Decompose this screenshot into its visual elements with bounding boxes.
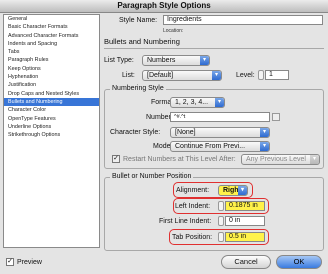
style-name-label: Style Name: (119, 17, 158, 24)
list-type-select[interactable]: Numbers ▾ (142, 55, 210, 66)
chevron-down-icon: ▾ (260, 128, 269, 137)
list-select[interactable]: [Default] ▾ (142, 70, 222, 81)
sidebar-item[interactable]: Character Color (4, 106, 99, 114)
location-label: Location: (163, 28, 184, 34)
list-type-value: Numbers (147, 57, 176, 64)
chevron-down-icon: ▾ (212, 71, 221, 80)
format-value: 1, 2, 3, 4... (175, 99, 209, 106)
restart-numbers-label: Restart Numbers at This Level After: (123, 156, 236, 163)
restart-level-select[interactable]: Any Previous Level ▾ (241, 154, 320, 165)
restart-numbers-checkbox[interactable]: ✓ (112, 155, 120, 163)
cancel-button[interactable]: Cancel (221, 255, 271, 269)
chevron-down-icon: ▾ (310, 155, 319, 164)
character-style-select[interactable]: [None] ▾ (170, 127, 270, 138)
sidebar-item[interactable]: Paragraph Rules (4, 56, 99, 64)
ok-button[interactable]: OK (276, 255, 322, 269)
number-field[interactable]: ^#.^t (170, 112, 270, 122)
list-value: [Default] (147, 72, 174, 79)
chevron-down-icon: ▾ (200, 56, 209, 65)
preview-label: Preview (17, 259, 42, 266)
sidebar-item[interactable]: General (4, 15, 99, 23)
dialog-window: Paragraph Style Options General Basic Cha… (0, 0, 328, 274)
list-label: List: (122, 72, 135, 79)
format-select[interactable]: 1, 2, 3, 4... ▾ (170, 97, 225, 108)
level-stepper[interactable] (258, 70, 264, 80)
divider (104, 48, 324, 49)
window-title: Paragraph Style Options (0, 0, 328, 13)
chevron-down-icon: ▾ (215, 98, 224, 107)
sidebar-item[interactable]: OpenType Features (4, 115, 99, 123)
mode-value: Continue From Previ... (175, 143, 246, 150)
character-style-label: Character Style: (110, 129, 161, 136)
left-indent-highlight (173, 198, 269, 214)
first-line-indent-stepper[interactable] (218, 216, 224, 226)
category-list[interactable]: General Basic Character Formats Advanced C… (3, 14, 100, 248)
level-label: Level: (236, 72, 255, 79)
alignment-highlight (173, 182, 253, 198)
character-style-value: [None] (175, 129, 196, 136)
first-line-indent-label: First Line Indent: (159, 218, 212, 225)
sidebar-item[interactable]: Drop Caps and Nested Styles (4, 90, 99, 98)
numbering-style-title: Numbering Style (110, 85, 166, 92)
sidebar-item[interactable]: Justification (4, 81, 99, 89)
style-name-field[interactable]: Ingredients (163, 15, 323, 25)
sidebar-item[interactable]: Strikethrough Options (4, 131, 99, 139)
number-label: Number: (146, 114, 173, 121)
sidebar-item[interactable]: Indents and Spacing (4, 40, 99, 48)
restart-level-value: Any Previous Level (246, 156, 306, 163)
sidebar-item[interactable]: Keep Options (4, 65, 99, 73)
insert-special-icon[interactable] (272, 113, 280, 121)
mode-select[interactable]: Continue From Previ... ▾ (170, 141, 270, 152)
list-type-label: List Type: (104, 57, 134, 64)
sidebar-item[interactable]: Advanced Character Formats (4, 32, 99, 40)
sidebar-item[interactable]: Tabs (4, 48, 99, 56)
position-group-title: Bullet or Number Position (110, 173, 194, 180)
chevron-down-icon: ▾ (260, 142, 269, 151)
first-line-indent-field[interactable]: 0 in (225, 216, 265, 226)
sidebar-item[interactable]: Basic Character Formats (4, 23, 99, 31)
sidebar-item[interactable]: Underline Options (4, 123, 99, 131)
sidebar-item[interactable]: Bullets and Numbering (4, 97, 99, 107)
section-title: Bullets and Numbering (104, 37, 180, 46)
tab-position-highlight (169, 229, 269, 245)
sidebar-item[interactable]: Hyphenation (4, 73, 99, 81)
preview-checkbox[interactable]: ✓ (6, 258, 14, 266)
level-field[interactable]: 1 (265, 70, 289, 80)
